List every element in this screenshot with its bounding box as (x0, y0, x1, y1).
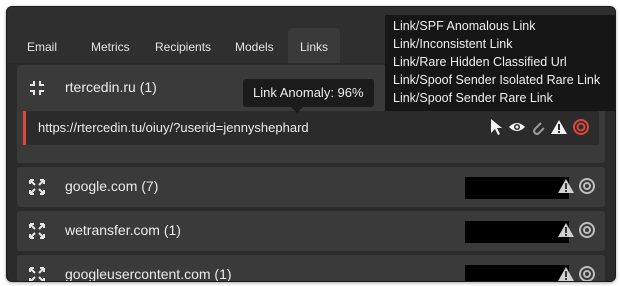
link-domain[interactable]: rtercedin.ru (1) (65, 79, 157, 95)
redacted-block (465, 177, 569, 199)
redacted-block (465, 265, 569, 281)
popup-item: Link/Spoof Sender Rare Link (393, 91, 553, 105)
expand-icon[interactable] (29, 267, 45, 282)
warning-icon[interactable] (557, 222, 575, 238)
model-breach-popup: Link/SPF Anomalous Link Link/Inconsisten… (385, 15, 615, 111)
tab-metrics[interactable]: Metrics (79, 28, 142, 63)
link-anomaly-tooltip: Link Anomaly: 96% (243, 79, 374, 113)
alert-ring-icon[interactable] (573, 119, 589, 135)
link-url[interactable]: https://rtercedin.tu/oiuy/?userid=jennys… (38, 120, 309, 135)
redacted-block (465, 221, 569, 243)
tab-email[interactable]: Email (15, 28, 69, 63)
cursor-icon[interactable] (489, 118, 503, 136)
collapse-icon[interactable] (29, 80, 45, 96)
link-group[interactable]: wetransfer.com (1) (17, 211, 605, 251)
tab-recipients[interactable]: Recipients (143, 28, 223, 63)
link-url-row: https://rtercedin.tu/oiuy/?userid=jennys… (23, 111, 599, 145)
expand-icon[interactable] (29, 179, 45, 195)
tab-models[interactable]: Models (223, 28, 286, 63)
email-detail-panel: Email Metrics Recipients Models Links ⇆ … (6, 6, 616, 282)
link-actions (557, 222, 595, 238)
link-actions (557, 178, 595, 194)
eye-icon[interactable] (508, 120, 526, 134)
link-domain[interactable]: google.com (7) (65, 178, 158, 194)
popup-item: Link/SPF Anomalous Link (393, 19, 536, 33)
popup-item: Link/Rare Hidden Classified Url (393, 55, 567, 69)
paperclip-icon[interactable] (531, 118, 545, 136)
warning-icon[interactable] (550, 119, 568, 135)
warning-icon[interactable] (557, 178, 575, 194)
popup-item: Link/Inconsistent Link (393, 37, 513, 51)
circle-icon[interactable] (579, 266, 595, 282)
link-group[interactable]: googleusercontent.com (1) (17, 255, 605, 282)
link-domain[interactable]: googleusercontent.com (1) (65, 266, 232, 281)
link-group[interactable]: google.com (7) (17, 167, 605, 207)
circle-icon[interactable] (579, 178, 595, 194)
popup-item: Link/Spoof Sender Isolated Rare Link (393, 73, 601, 87)
tab-links[interactable]: Links (288, 28, 341, 63)
circle-icon[interactable] (579, 222, 595, 238)
link-actions (489, 118, 589, 136)
expand-icon[interactable] (29, 223, 45, 239)
warning-icon[interactable] (557, 266, 575, 282)
link-actions (557, 266, 595, 282)
link-domain[interactable]: wetransfer.com (1) (65, 222, 181, 238)
